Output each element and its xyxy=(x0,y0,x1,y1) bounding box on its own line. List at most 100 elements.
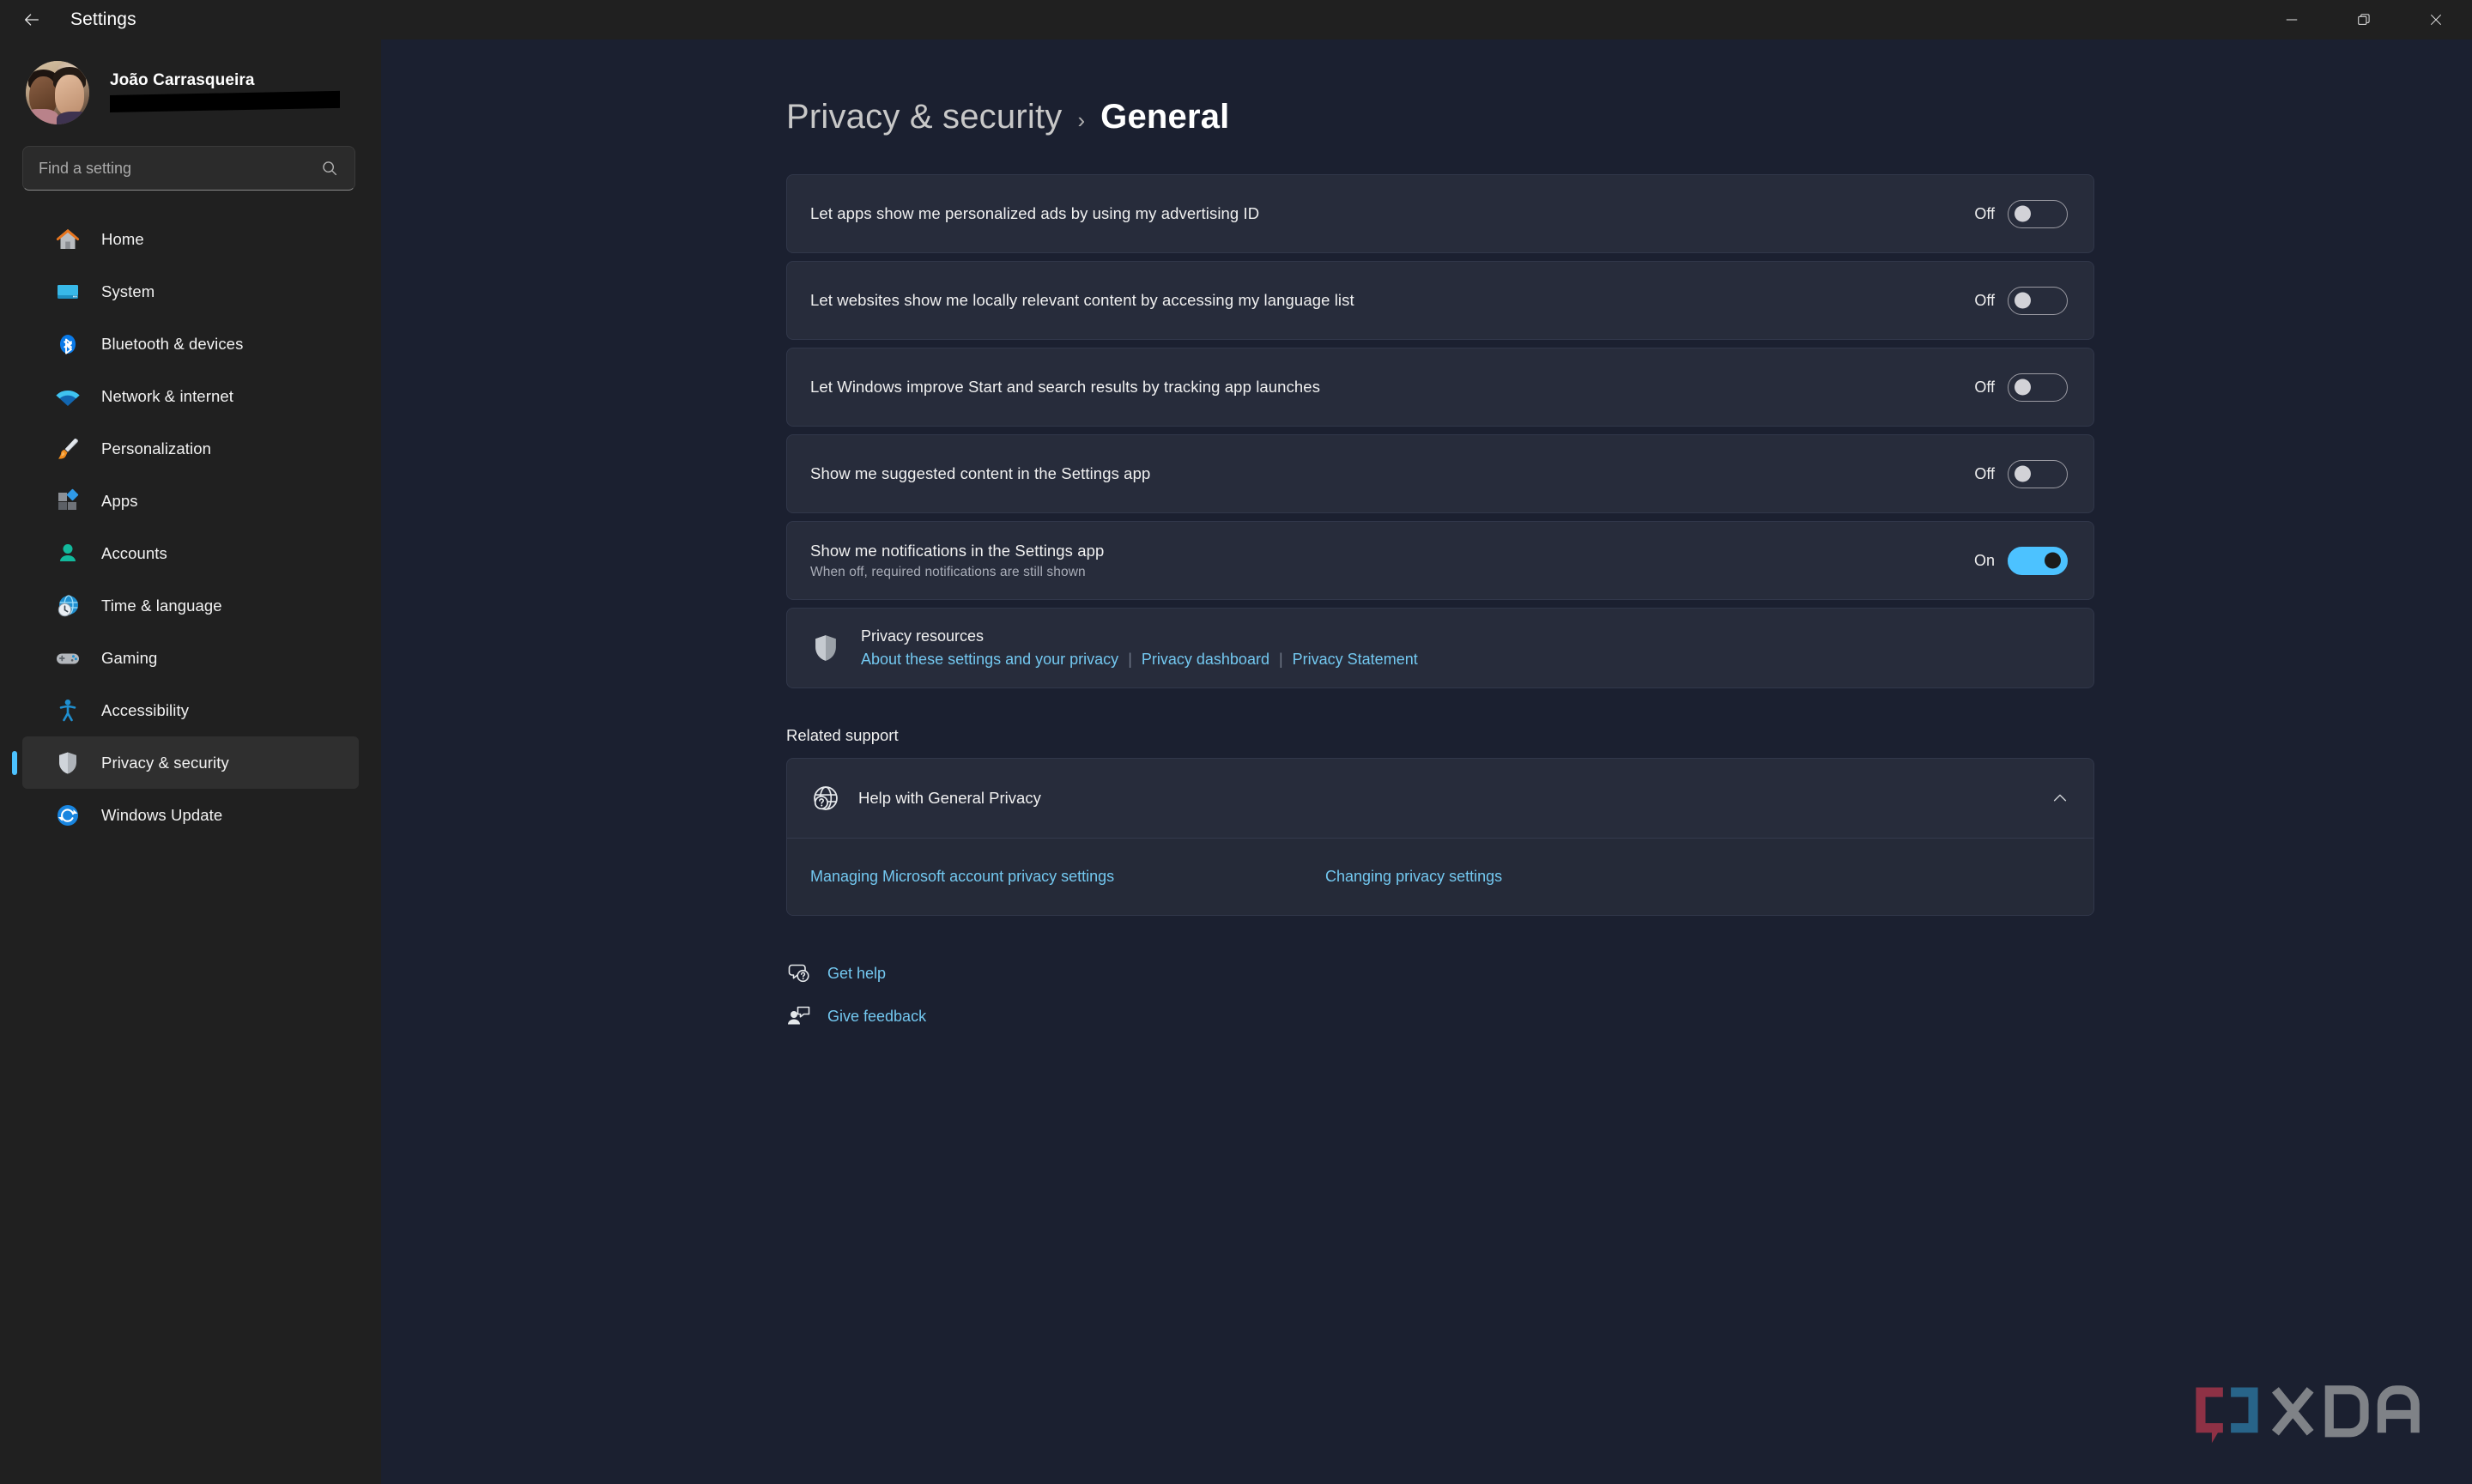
avatar xyxy=(26,61,89,124)
update-refresh-icon xyxy=(53,801,82,830)
breadcrumb: Privacy & security › General xyxy=(381,98,2472,136)
close-button[interactable] xyxy=(2400,0,2472,39)
setting-row-advertising-id: Let apps show me personalized ads by usi… xyxy=(786,174,2094,253)
toggle-state-label: Off xyxy=(1974,204,1995,222)
maximize-button[interactable] xyxy=(2328,0,2400,39)
sidebar-item-label: Home xyxy=(101,229,144,248)
sidebar-nav: Home System Bluetooth & devices Network … xyxy=(0,191,381,841)
profile-name: João Carrasqueira xyxy=(110,71,255,89)
related-support-container: Help with General Privacy Managing Micro… xyxy=(381,758,2472,916)
link-about-settings-privacy[interactable]: About these settings and your privacy xyxy=(861,651,1118,669)
setting-title: Show me suggested content in the Setting… xyxy=(810,464,1151,482)
toggle-switch[interactable] xyxy=(2008,199,2068,228)
get-help-label: Get help xyxy=(827,964,887,982)
setting-row-app-launch-tracking: Let Windows improve Start and search res… xyxy=(786,348,2094,427)
give-feedback-link[interactable]: Give feedback xyxy=(786,995,926,1038)
sidebar-item-accounts[interactable]: Accounts xyxy=(22,527,359,579)
toggle-state-label: Off xyxy=(1974,291,1995,309)
help-with-general-privacy-row[interactable]: Help with General Privacy xyxy=(787,759,2093,838)
close-icon xyxy=(2431,15,2441,25)
xda-watermark xyxy=(2190,1383,2428,1446)
gamepad-icon xyxy=(53,644,82,673)
support-card: Help with General Privacy Managing Micro… xyxy=(786,758,2094,916)
search-container xyxy=(0,132,381,191)
setting-row-language-list: Let websites show me locally relevant co… xyxy=(786,261,2094,340)
sidebar-item-gaming[interactable]: Gaming xyxy=(22,632,359,684)
sidebar-item-privacy-security[interactable]: Privacy & security xyxy=(22,736,359,789)
sidebar-item-label: Accessibility xyxy=(101,700,190,719)
toggle-switch[interactable] xyxy=(2008,459,2068,488)
sidebar-item-network[interactable]: Network & internet xyxy=(22,370,359,422)
setting-row-suggested-content: Show me suggested content in the Setting… xyxy=(786,434,2094,513)
restore-icon xyxy=(2358,14,2370,25)
toggle-state-label: Off xyxy=(1974,464,1995,482)
privacy-resources-card: Privacy resources About these settings a… xyxy=(786,608,2094,688)
title-bar: Settings xyxy=(0,0,2472,39)
shield-icon xyxy=(53,748,82,778)
person-icon xyxy=(53,539,82,568)
link-separator: | xyxy=(1278,651,1283,668)
search-icon xyxy=(323,161,337,176)
toggle-switch[interactable] xyxy=(2008,373,2068,402)
setting-title: Show me notifications in the Settings ap… xyxy=(810,541,1105,560)
sidebar-item-system[interactable]: System xyxy=(22,265,359,318)
minimize-button[interactable] xyxy=(2256,0,2328,39)
app-title: Settings xyxy=(70,9,136,29)
sidebar-item-label: Accounts xyxy=(101,543,167,562)
apps-blocks-icon xyxy=(53,487,82,516)
sidebar-item-label: Time & language xyxy=(101,596,222,615)
setting-title: Let Windows improve Start and search res… xyxy=(810,378,1321,396)
related-support-heading: Related support xyxy=(786,726,899,744)
sidebar-item-personalization[interactable]: Personalization xyxy=(22,422,359,475)
link-separator: | xyxy=(1128,651,1132,668)
toggle-state-label: Off xyxy=(1974,378,1995,396)
sidebar-item-label: Network & internet xyxy=(101,386,233,405)
settings-list: Let apps show me personalized ads by usi… xyxy=(381,174,2472,688)
sidebar-item-label: Personalization xyxy=(101,439,211,457)
link-changing-privacy-settings[interactable]: Changing privacy settings xyxy=(1325,868,1502,885)
search-box[interactable] xyxy=(22,146,355,191)
back-button[interactable] xyxy=(7,0,57,39)
sidebar-item-label: Bluetooth & devices xyxy=(101,334,244,353)
settings-window: Settings João Carrasqueira Find a settin… xyxy=(0,0,2472,1484)
sidebar-item-accessibility[interactable]: Accessibility xyxy=(22,684,359,736)
link-managing-ms-account-privacy[interactable]: Managing Microsoft account privacy setti… xyxy=(810,868,1114,885)
back-arrow-icon xyxy=(25,14,39,26)
sidebar-item-bluetooth[interactable]: Bluetooth & devices xyxy=(22,318,359,370)
paintbrush-icon xyxy=(53,434,82,463)
setting-title: Let websites show me locally relevant co… xyxy=(810,291,1354,309)
toggle-state-label: On xyxy=(1973,551,1995,569)
support-item-label: Help with General Privacy xyxy=(858,789,1041,807)
get-help-link[interactable]: Get help xyxy=(786,952,886,995)
system-monitor-icon xyxy=(53,277,82,306)
sidebar: João Carrasqueira Find a setting Home Sy… xyxy=(0,39,381,1484)
link-privacy-dashboard[interactable]: Privacy dashboard xyxy=(1142,651,1269,669)
bluetooth-icon xyxy=(53,330,82,359)
sidebar-item-home[interactable]: Home xyxy=(22,213,359,265)
chevron-up-icon[interactable] xyxy=(2051,789,2069,808)
sidebar-item-label: Gaming xyxy=(101,648,158,667)
link-privacy-statement[interactable]: Privacy Statement xyxy=(1293,651,1418,669)
support-links-row: Managing Microsoft account privacy setti… xyxy=(787,838,2093,915)
feedback-person-icon xyxy=(786,1003,812,1029)
chevron-right-icon: › xyxy=(1077,107,1086,133)
wifi-icon xyxy=(53,382,82,411)
user-profile[interactable]: João Carrasqueira xyxy=(0,43,381,132)
sidebar-item-apps[interactable]: Apps xyxy=(22,475,359,527)
toggle-switch[interactable] xyxy=(2008,546,2068,575)
sidebar-item-time-language[interactable]: Time & language xyxy=(22,579,359,632)
sidebar-item-label: Privacy & security xyxy=(101,753,229,772)
breadcrumb-parent-link[interactable]: Privacy & security xyxy=(786,98,1062,136)
minimize-icon xyxy=(2286,19,2298,21)
xda-logo-icon xyxy=(2195,1385,2420,1444)
search-input[interactable] xyxy=(39,159,320,178)
sidebar-item-label: Apps xyxy=(101,491,138,510)
privacy-resources-links: About these settings and your privacy | … xyxy=(861,651,2068,669)
sidebar-item-windows-update[interactable]: Windows Update xyxy=(22,789,359,841)
home-icon xyxy=(53,225,82,254)
help-question-icon xyxy=(786,960,812,986)
setting-title: Let apps show me personalized ads by usi… xyxy=(810,204,1260,222)
footer-links: Get help Give feedback xyxy=(381,952,2472,1038)
toggle-switch[interactable] xyxy=(2008,286,2068,315)
clock-globe-icon xyxy=(53,591,82,621)
